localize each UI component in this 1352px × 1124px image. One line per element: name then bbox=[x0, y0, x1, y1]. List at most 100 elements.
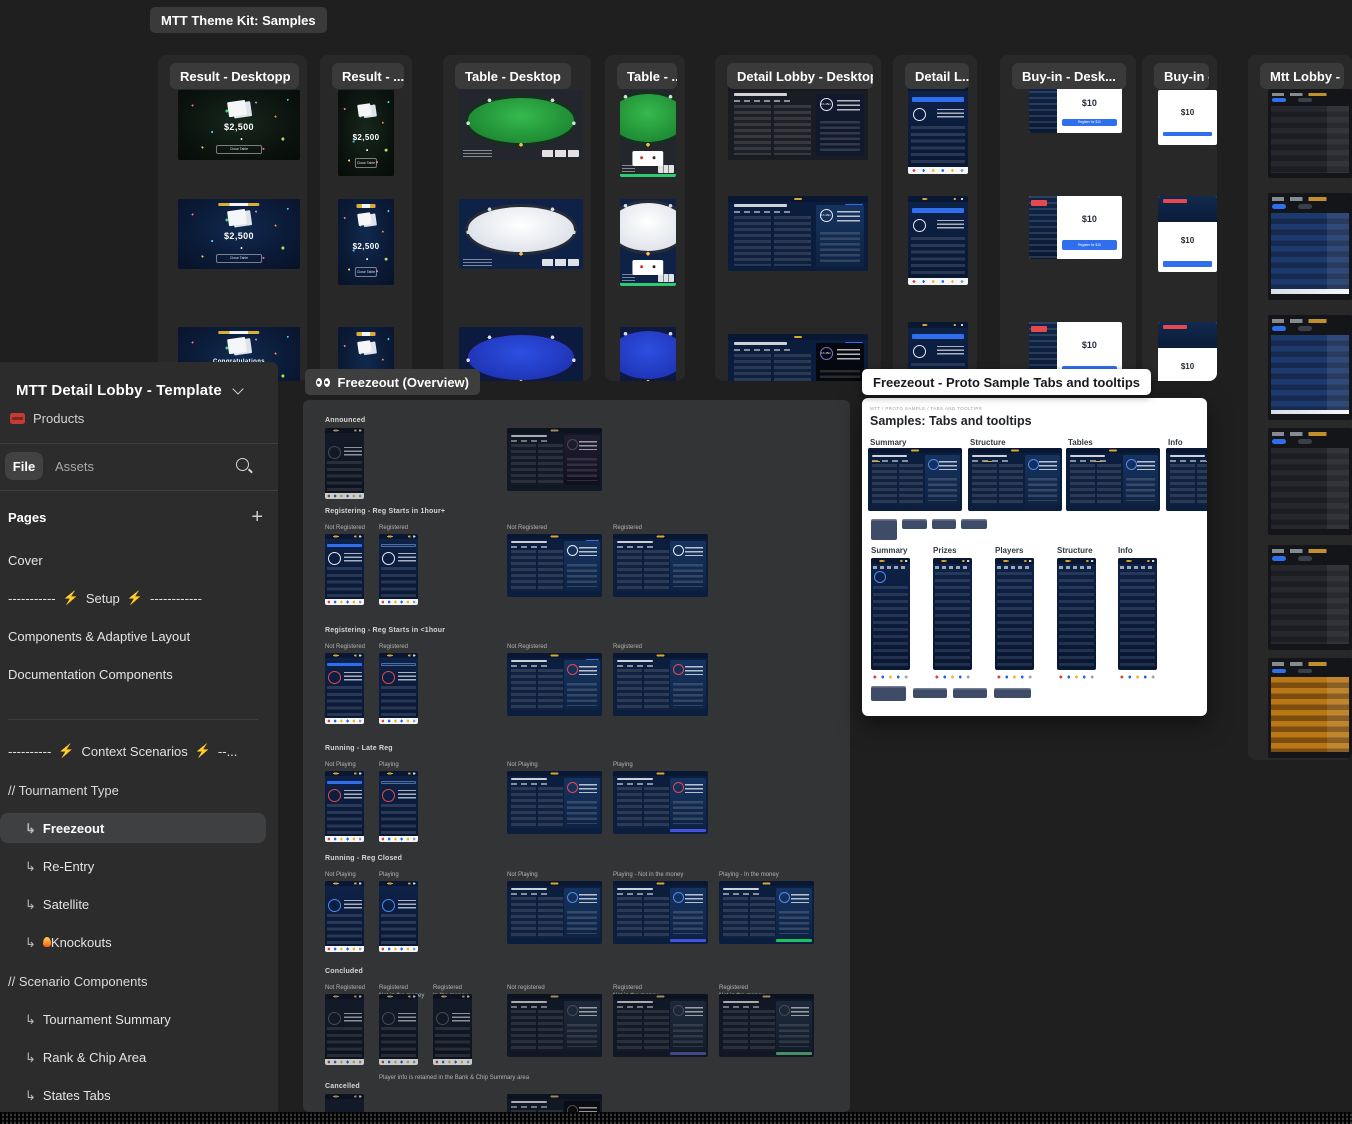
canvas-frame-column[interactable]: Buy-in - Desk...$10Register for $10$10Re… bbox=[1000, 55, 1136, 381]
lobby-desktop-thumbnail[interactable]: 1h 45m bbox=[728, 85, 868, 160]
desktop-screen-thumbnail[interactable] bbox=[613, 771, 708, 834]
proto-desktop-thumbnail[interactable] bbox=[968, 448, 1062, 511]
result-desktop-thumbnail[interactable]: $2,500Close Table bbox=[178, 199, 300, 269]
result-desktop-thumbnail[interactable]: $2,500Close Table bbox=[178, 90, 300, 160]
proto-desktop-thumbnail[interactable] bbox=[1066, 448, 1160, 511]
canvas-frame-column[interactable]: Table - Desktop bbox=[443, 55, 591, 381]
desktop-screen-thumbnail[interactable] bbox=[613, 881, 708, 944]
mobile-screen-thumbnail[interactable] bbox=[379, 534, 418, 605]
file-title-row[interactable]: MTT Detail Lobby - Template bbox=[16, 382, 242, 399]
buyin-desktop-thumbnail[interactable]: $10Register for $10 bbox=[1029, 196, 1122, 259]
chevron-down-icon[interactable] bbox=[232, 383, 243, 394]
lobby-desktop-thumbnail[interactable]: 1h 45m bbox=[728, 196, 868, 271]
desktop-screen-thumbnail[interactable] bbox=[719, 994, 814, 1057]
freezeout-overview-frame[interactable]: Announced Registering - Reg Starts in 1ho… bbox=[303, 400, 850, 1112]
sidebar-page-item-states-tabs[interactable]: ↳States Tabs bbox=[25, 1087, 111, 1103]
add-page-icon[interactable]: + bbox=[251, 508, 263, 526]
buyin-mobile-thumbnail[interactable]: $10 bbox=[1158, 322, 1217, 381]
frame-title-proto-samples[interactable]: Freezeout - Proto Sample Tabs and toolti… bbox=[862, 369, 1151, 395]
page-separator-item[interactable]: ----------- ⚡ Setup ⚡ ------------ bbox=[8, 590, 202, 606]
canvas-frame-column[interactable]: Mtt Lobby - D... bbox=[1248, 55, 1352, 760]
result-mobile-thumbnail[interactable]: $2,500Close Table bbox=[338, 90, 394, 176]
mobile-screen-thumbnail[interactable] bbox=[325, 771, 364, 842]
mobile-screen-thumbnail[interactable] bbox=[379, 994, 418, 1065]
sidebar-page-item--tournament-type[interactable]: // Tournament Type bbox=[8, 782, 119, 798]
proto-mobile-thumbnail[interactable] bbox=[995, 558, 1034, 670]
mobile-screen-thumbnail[interactable] bbox=[379, 653, 418, 724]
desktop-screen-thumbnail[interactable] bbox=[613, 653, 708, 716]
buyin-mobile-thumbnail[interactable]: $10 bbox=[1158, 196, 1217, 272]
mtt-desktop-thumbnail[interactable] bbox=[1268, 658, 1352, 758]
frame-title-pill[interactable]: Detail L... bbox=[905, 63, 969, 89]
page-separator-item[interactable]: ---------- ⚡ Context Scenarios ⚡ --... bbox=[8, 743, 237, 759]
project-row[interactable]: Products bbox=[10, 411, 84, 426]
sidebar-page-item-rank-chip-area[interactable]: ↳Rank & Chip Area bbox=[25, 1049, 146, 1065]
sidebar-page-item-documentation-components[interactable]: Documentation Components bbox=[8, 666, 173, 682]
canvas-frame-column[interactable]: Result - ...$2,500Close Table$2,500Close… bbox=[320, 55, 412, 381]
result-mobile-thumbnail[interactable]: $2,500Close Table bbox=[338, 199, 394, 285]
mobile-screen-thumbnail[interactable] bbox=[433, 994, 472, 1065]
desktop-screen-thumbnail[interactable] bbox=[507, 881, 602, 944]
table-mobile-thumbnail[interactable] bbox=[620, 90, 676, 177]
desktop-screen-thumbnail[interactable] bbox=[507, 771, 602, 834]
lobby-mobile-thumbnail[interactable] bbox=[908, 85, 968, 174]
section-title[interactable]: Registering - Reg Starts in 1hour+ bbox=[325, 508, 445, 515]
mobile-screen-thumbnail[interactable] bbox=[325, 534, 364, 605]
sidebar-page-item-components-adaptive-layout[interactable]: Components & Adaptive Layout bbox=[8, 628, 190, 644]
proto-mobile-thumbnail[interactable] bbox=[933, 558, 972, 670]
section-title[interactable]: Running - Late Reg bbox=[325, 745, 393, 752]
frame-title-freezeout-overview[interactable]: Freezeout (Overview) bbox=[305, 369, 480, 395]
mtt-desktop-thumbnail[interactable] bbox=[1268, 315, 1352, 420]
buyin-mobile-thumbnail[interactable]: $10 bbox=[1158, 90, 1217, 145]
mobile-screen-thumbnail[interactable] bbox=[379, 881, 418, 952]
section-title[interactable]: Running - Reg Closed bbox=[325, 855, 402, 862]
buyin-desktop-thumbnail[interactable]: $10Register for $10 bbox=[1029, 85, 1122, 133]
frame-title-pill[interactable]: Detail Lobby - Desktop bbox=[727, 63, 873, 89]
mobile-screen-thumbnail[interactable] bbox=[325, 881, 364, 952]
mobile-screen-thumbnail[interactable] bbox=[325, 994, 364, 1065]
sidebar-page-item-satellite[interactable]: ↳Satellite bbox=[25, 896, 89, 912]
board-file-tab[interactable]: MTT Theme Kit: Samples bbox=[150, 7, 327, 33]
desktop-screen-thumbnail[interactable] bbox=[507, 994, 602, 1057]
section-title[interactable]: Cancelled bbox=[325, 1083, 360, 1090]
section-title[interactable]: Registering - Reg Starts in <1hour bbox=[325, 627, 445, 634]
frame-title-pill[interactable]: Table - Desktop bbox=[455, 63, 571, 89]
section-title[interactable]: Announced bbox=[325, 417, 365, 424]
frame-title-pill[interactable]: Result - Desktopp bbox=[170, 63, 299, 89]
canvas-frame-column[interactable]: Result - Desktopp$2,500Close Table$2,500… bbox=[158, 55, 307, 381]
sidebar-page-item-freezeout[interactable]: ↳Freezeout bbox=[25, 820, 104, 836]
canvas-frame-column[interactable]: Detail Lobby - Desktop1h 45m1h 45m1h 45m bbox=[715, 55, 881, 381]
tab-file[interactable]: File bbox=[5, 452, 43, 480]
proto-desktop-thumbnail[interactable] bbox=[1166, 448, 1207, 511]
desktop-screen-thumbnail[interactable] bbox=[613, 994, 708, 1057]
desktop-screen-thumbnail[interactable] bbox=[613, 534, 708, 597]
desktop-screen-thumbnail[interactable] bbox=[507, 534, 602, 597]
mtt-desktop-thumbnail[interactable] bbox=[1268, 89, 1352, 178]
desktop-screen-thumbnail[interactable] bbox=[507, 1094, 602, 1112]
mobile-screen-thumbnail[interactable] bbox=[379, 771, 418, 842]
mtt-desktop-thumbnail[interactable] bbox=[1268, 428, 1352, 535]
frame-title-pill[interactable]: Buy-in -... bbox=[1154, 63, 1209, 89]
mobile-screen-thumbnail[interactable] bbox=[325, 428, 364, 499]
frame-title-pill[interactable]: Buy-in - Desk... bbox=[1012, 63, 1126, 89]
canvas-frame-column[interactable]: Detail L... bbox=[893, 55, 977, 381]
lobby-mobile-thumbnail[interactable] bbox=[908, 196, 968, 285]
mtt-desktop-thumbnail[interactable] bbox=[1268, 193, 1352, 300]
mtt-desktop-thumbnail[interactable] bbox=[1268, 545, 1352, 650]
frame-title-pill[interactable]: Result - ... bbox=[332, 63, 404, 89]
desktop-screen-thumbnail[interactable] bbox=[719, 881, 814, 944]
table-mobile-thumbnail[interactable] bbox=[620, 327, 676, 381]
sidebar-page-item-cover[interactable]: Cover bbox=[8, 552, 43, 568]
proto-mobile-thumbnail[interactable] bbox=[1118, 558, 1157, 670]
canvas-frame-column[interactable]: Buy-in -...$10$10$10 bbox=[1142, 55, 1217, 381]
proto-desktop-thumbnail[interactable] bbox=[868, 448, 962, 511]
desktop-screen-thumbnail[interactable] bbox=[507, 428, 602, 491]
desktop-screen-thumbnail[interactable] bbox=[507, 653, 602, 716]
sidebar-page-item--knockouts[interactable]: ↳Knockouts bbox=[25, 934, 112, 950]
sidebar-page-item-re-entry[interactable]: ↳Re-Entry bbox=[25, 858, 94, 874]
sidebar-page-item-tournament-summary[interactable]: ↳Tournament Summary bbox=[25, 1011, 171, 1027]
tab-assets[interactable]: Assets bbox=[55, 459, 94, 474]
section-title[interactable]: Concluded bbox=[325, 968, 363, 975]
proto-samples-panel[interactable]: MTT / PROTO SAMPLE / TABS AND TOOLTIPS S… bbox=[862, 398, 1207, 716]
frame-title-pill[interactable]: Mtt Lobby - D... bbox=[1260, 63, 1344, 89]
